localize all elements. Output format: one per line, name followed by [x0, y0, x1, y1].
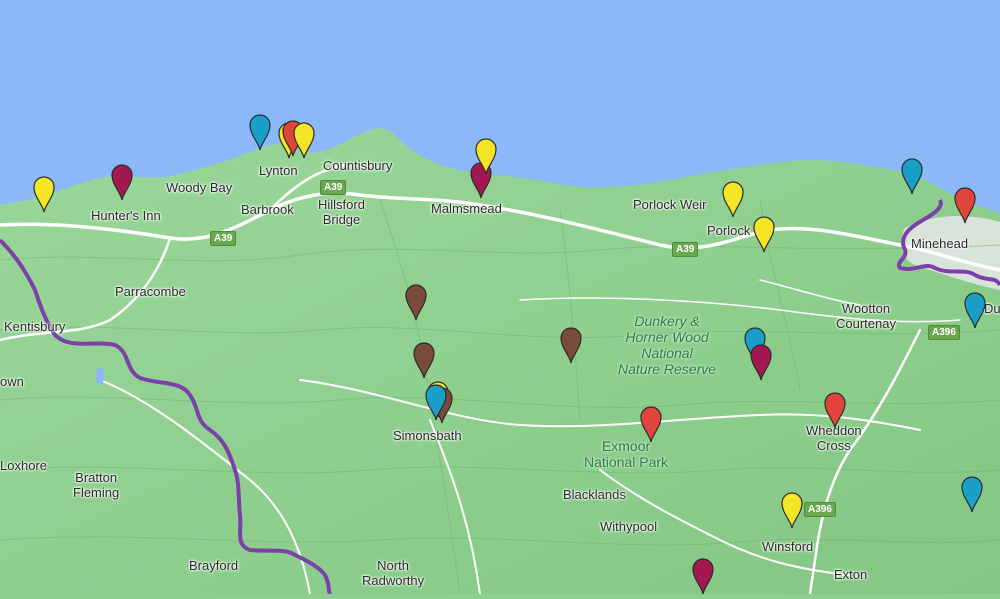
place-label[interactable]: Kentisbury	[4, 319, 65, 334]
road-shield-a39: A39	[210, 231, 237, 246]
map-marker-yellow[interactable]	[752, 215, 776, 253]
road-shield-a39: A39	[320, 180, 347, 195]
place-label[interactable]: Countisbury	[323, 158, 392, 173]
place-label[interactable]: Hunter's Inn	[91, 208, 161, 223]
place-label[interactable]: Porlock Weir	[633, 197, 706, 212]
lake	[96, 367, 104, 385]
map-marker-red[interactable]	[639, 405, 663, 443]
place-label[interactable]: Lynton	[259, 163, 298, 178]
map-marker-brown[interactable]	[404, 283, 428, 321]
map-marker-yellow[interactable]	[721, 180, 745, 218]
road-shield-a396: A396	[928, 325, 960, 340]
park-label-dunkery[interactable]: Dunkery & Horner Wood National Nature Re…	[618, 313, 716, 377]
place-label[interactable]: North Radworthy	[362, 558, 424, 588]
map-marker-brown[interactable]	[412, 341, 436, 379]
map-marker-brown[interactable]	[559, 326, 583, 364]
place-label[interactable]: own	[0, 374, 24, 389]
map-marker-yellow[interactable]	[292, 121, 316, 159]
place-label[interactable]: Blacklands	[563, 487, 626, 502]
land	[0, 128, 1000, 595]
place-label[interactable]: Malmsmead	[431, 201, 502, 216]
place-label[interactable]: Hillsford Bridge	[318, 197, 365, 227]
map-marker-blue[interactable]	[900, 157, 924, 195]
map-marker-blue[interactable]	[424, 383, 448, 421]
map-marker-blue[interactable]	[248, 113, 272, 151]
map-marker-red[interactable]	[953, 186, 977, 224]
place-label[interactable]: Barbrook	[241, 202, 294, 217]
map-marker-red[interactable]	[823, 391, 847, 429]
place-label[interactable]: Bratton Fleming	[73, 470, 119, 500]
road-shield-a396: A396	[804, 502, 836, 517]
place-label[interactable]: Parracombe	[115, 284, 186, 299]
place-label[interactable]: Loxhore	[0, 458, 47, 473]
place-label[interactable]: Simonsbath	[393, 428, 462, 443]
place-label[interactable]: Wootton Courtenay	[836, 301, 896, 331]
place-label[interactable]: Woody Bay	[166, 180, 232, 195]
map-marker-maroon[interactable]	[110, 163, 134, 201]
map-marker-yellow[interactable]	[780, 491, 804, 529]
place-label[interactable]: Exton	[834, 567, 867, 582]
map-marker-yellow[interactable]	[474, 137, 498, 175]
place-label[interactable]: Porlock	[707, 223, 750, 238]
place-label[interactable]: Brayford	[189, 558, 238, 573]
map-marker-maroon[interactable]	[691, 557, 715, 595]
map-marker-blue[interactable]	[963, 291, 987, 329]
map-marker-blue[interactable]	[960, 475, 984, 513]
map-marker-maroon[interactable]	[749, 343, 773, 381]
road-shield-a39: A39	[672, 242, 699, 257]
map-canvas[interactable]: A39 A39 A39 A396 A396 Hunter's Inn Woody…	[0, 0, 1000, 596]
place-label[interactable]: Minehead	[911, 236, 968, 251]
place-label[interactable]: Withypool	[600, 519, 657, 534]
map-marker-yellow[interactable]	[32, 175, 56, 213]
place-label[interactable]: Winsford	[762, 539, 813, 554]
